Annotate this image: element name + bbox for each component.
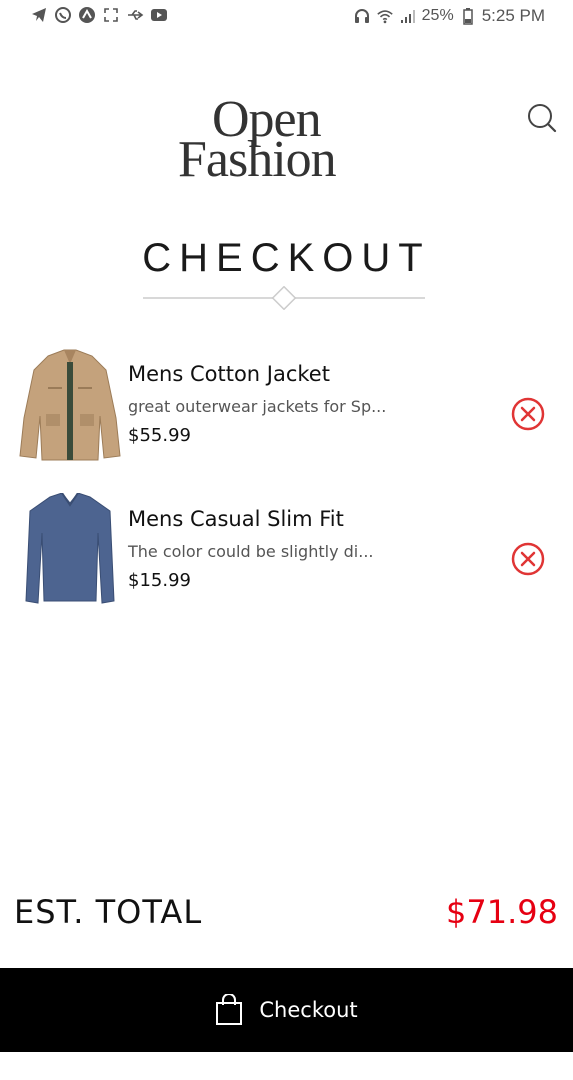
remove-item-button[interactable] (510, 541, 546, 577)
item-price: $15.99 (128, 570, 191, 591)
app-icon (78, 6, 96, 24)
remove-circle-x-icon (511, 397, 545, 431)
total-value: $71.98 (446, 893, 558, 931)
item-price: $55.99 (128, 425, 191, 446)
headset-icon (353, 7, 371, 25)
remove-circle-x-icon (511, 542, 545, 576)
whatsapp-icon (54, 6, 72, 24)
cart-item[interactable]: Mens Cotton Jacket great outerwear jacke… (0, 348, 573, 468)
page-title: CHECKOUT (142, 236, 431, 280)
search-icon (528, 104, 557, 133)
title-divider (143, 285, 425, 311)
expand-icon (102, 6, 120, 24)
wifi-icon (376, 7, 394, 25)
notification-icons (30, 6, 168, 24)
battery-icon (459, 7, 477, 25)
cart-item[interactable]: Mens Casual Slim Fit The color could be … (0, 492, 573, 613)
signal-icon (399, 7, 417, 25)
item-description: The color could be slightly di... (128, 542, 374, 561)
telegram-icon (30, 6, 48, 24)
system-status: 25% 5:25 PM (353, 6, 545, 26)
usb-icon (126, 6, 144, 24)
shopping-bag-icon (216, 994, 243, 1025)
item-description: great outerwear jackets for Sp... (128, 397, 387, 416)
status-bar: 25% 5:25 PM (0, 0, 573, 34)
checkout-button-label: Checkout (259, 998, 358, 1022)
jacket-thumbnail (18, 348, 122, 462)
total-label: EST. TOTAL (14, 893, 203, 931)
battery-percent: 25% (421, 7, 454, 24)
remove-item-button[interactable] (510, 396, 546, 432)
checkout-button[interactable]: Checkout (0, 968, 573, 1052)
item-name: Mens Casual Slim Fit (128, 507, 344, 531)
search-button[interactable] (522, 99, 560, 137)
logo-line-2: Fashion (178, 131, 337, 188)
youtube-icon (150, 6, 168, 24)
item-name: Mens Cotton Jacket (128, 362, 330, 386)
shirt-thumbnail (18, 492, 122, 607)
clock: 5:25 PM (481, 6, 545, 25)
brand-logo[interactable]: Open Fashion (178, 91, 393, 188)
